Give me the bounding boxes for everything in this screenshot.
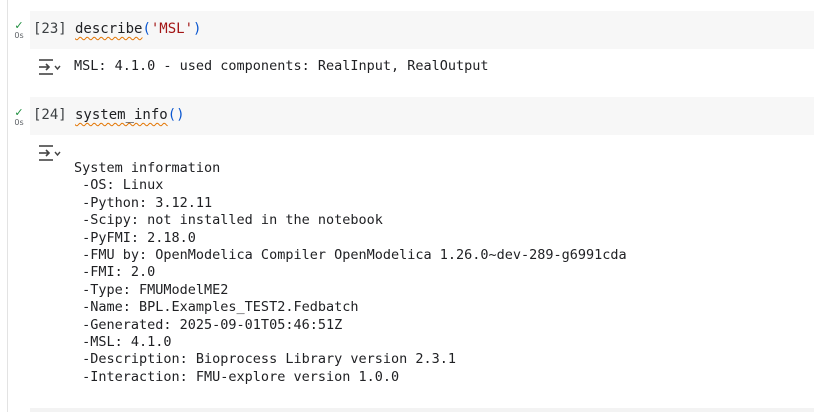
code-open-paren: ( <box>142 21 151 37</box>
output-toggle-icon[interactable] <box>37 58 61 76</box>
cell-status: ✓ 0s <box>10 107 28 127</box>
cell-output: MSL: 4.1.0 - used components: RealInput,… <box>74 58 489 74</box>
code-close-paren: ) <box>193 21 202 37</box>
execution-count: [23] <box>33 21 67 37</box>
execution-count: [24] <box>33 107 67 123</box>
code-open-paren: ( <box>167 107 177 123</box>
code-function: describe <box>75 21 143 37</box>
output-toggle-icon[interactable] <box>37 144 61 162</box>
code-function: system_info <box>75 107 168 123</box>
code-line[interactable]: describe('MSL') <box>75 21 201 37</box>
notebook-left-rule <box>7 0 8 412</box>
check-icon: ✓ <box>14 19 24 32</box>
code-close-paren: ) <box>176 107 185 123</box>
next-cell-edge <box>30 408 814 412</box>
code-line[interactable]: system_info() <box>75 107 185 123</box>
check-icon: ✓ <box>14 106 24 119</box>
execution-time: 0s <box>14 118 24 127</box>
cell-output: System information -OS: Linux -Python: 3… <box>74 160 627 385</box>
execution-time: 0s <box>14 31 24 40</box>
code-string-arg: 'MSL' <box>150 21 194 37</box>
cell-status: ✓ 0s <box>10 20 28 40</box>
